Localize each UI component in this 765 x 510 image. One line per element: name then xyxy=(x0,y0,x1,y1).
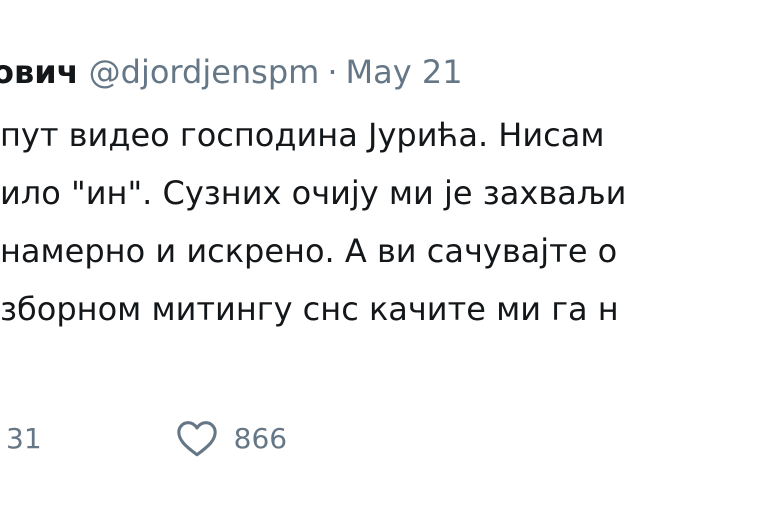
tweet-header: ович @djordjenspm · May 21 xyxy=(0,44,463,100)
retweet-button[interactable]: 31 xyxy=(0,422,42,455)
like-button[interactable]: 866 xyxy=(175,418,287,458)
author-display-name[interactable]: ович xyxy=(0,53,79,91)
retweet-count: 31 xyxy=(6,421,42,455)
author-handle[interactable]: @djordjenspm xyxy=(89,53,320,91)
tweet-text-line-3: намерно и искрено. А ви сачувајте о xyxy=(0,232,618,270)
tweet-text-line-1: пут видео господина Јурића. Нисам xyxy=(0,116,605,154)
like-count: 866 xyxy=(233,421,288,455)
tweet-text-line-4: зборном митингу снс качите ми га н xyxy=(0,290,619,328)
tweet-text: пут видео господина Јурића. Нисам ило "и… xyxy=(0,106,626,338)
tweet-date[interactable]: May 21 xyxy=(346,53,463,91)
tweet-text-line-2: ило "ин". Сузних очију ми је захваљи xyxy=(0,174,627,212)
tweet-actions: 31 866 xyxy=(0,410,287,466)
tweet-card: ович @djordjenspm · May 21 пут видео господ… xyxy=(0,0,765,510)
heart-outline-icon xyxy=(176,421,217,457)
header-separator: · xyxy=(327,53,338,91)
